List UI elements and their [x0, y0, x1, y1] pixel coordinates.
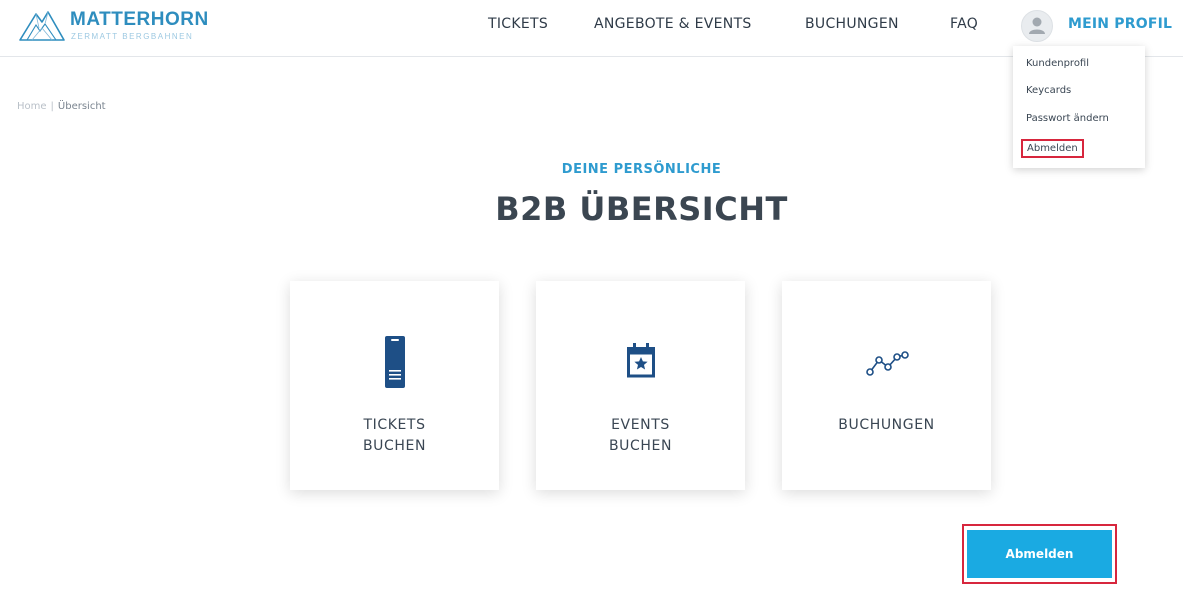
card-label: TICKETS BUCHEN [290, 415, 499, 457]
breadcrumb-separator: | [50, 101, 54, 112]
page-subtitle: DEINE PERSÖNLICHE [561, 162, 722, 177]
card-events-buchen[interactable]: EVENTS BUCHEN [536, 281, 745, 490]
bookings-route-icon [865, 351, 909, 376]
menu-item-passwort-aendern[interactable]: Passwort ändern [1026, 113, 1109, 124]
nav-faq[interactable]: FAQ [950, 16, 978, 32]
breadcrumb-home[interactable]: Home [17, 101, 47, 112]
card-buchungen[interactable]: BUCHUNGEN [782, 281, 991, 490]
site-header: MATTERHORN ZERMATT BERGBAHNEN TICKETS AN… [0, 0, 1183, 57]
card-label: EVENTS BUCHEN [536, 415, 745, 457]
logout-button[interactable]: Abmelden [967, 530, 1112, 578]
brand-tagline: ZERMATT BERGBAHNEN [71, 32, 194, 41]
nav-buchungen[interactable]: BUCHUNGEN [805, 16, 899, 32]
card-label: BUCHUNGEN [782, 415, 991, 436]
card-label-line: TICKETS [363, 417, 426, 433]
profile-menu-toggle[interactable]: MEIN PROFIL [1068, 16, 1172, 32]
calendar-star-icon [626, 343, 655, 378]
card-label-line: EVENTS [611, 417, 670, 433]
nav-angebote-events[interactable]: ANGEBOTE & EVENTS [594, 16, 752, 32]
ticket-icon [384, 336, 405, 388]
brand-name: MATTERHORN [70, 9, 209, 30]
menu-item-keycards[interactable]: Keycards [1026, 85, 1071, 96]
page-title: B2B ÜBERSICHT [495, 190, 788, 228]
breadcrumb: Home | Übersicht [17, 101, 106, 112]
matterhorn-logo[interactable]: MATTERHORN ZERMATT BERGBAHNEN [18, 6, 238, 48]
card-label-line: BUCHUNGEN [838, 417, 935, 433]
profile-dropdown-menu: Kundenprofil Keycards Passwort ändern Ab… [1013, 46, 1145, 168]
breadcrumb-current: Übersicht [57, 101, 106, 112]
card-label-line: BUCHEN [362, 438, 427, 454]
profile-avatar-icon[interactable] [1021, 10, 1053, 42]
menu-item-abmelden[interactable]: Abmelden [1021, 139, 1084, 158]
mountain-logo-icon [19, 11, 65, 41]
card-tickets-buchen[interactable]: TICKETS BUCHEN [290, 281, 499, 490]
menu-item-kundenprofil[interactable]: Kundenprofil [1026, 58, 1089, 69]
nav-tickets[interactable]: TICKETS [488, 16, 548, 32]
user-icon [1029, 17, 1045, 34]
card-label-line: BUCHEN [608, 438, 673, 454]
